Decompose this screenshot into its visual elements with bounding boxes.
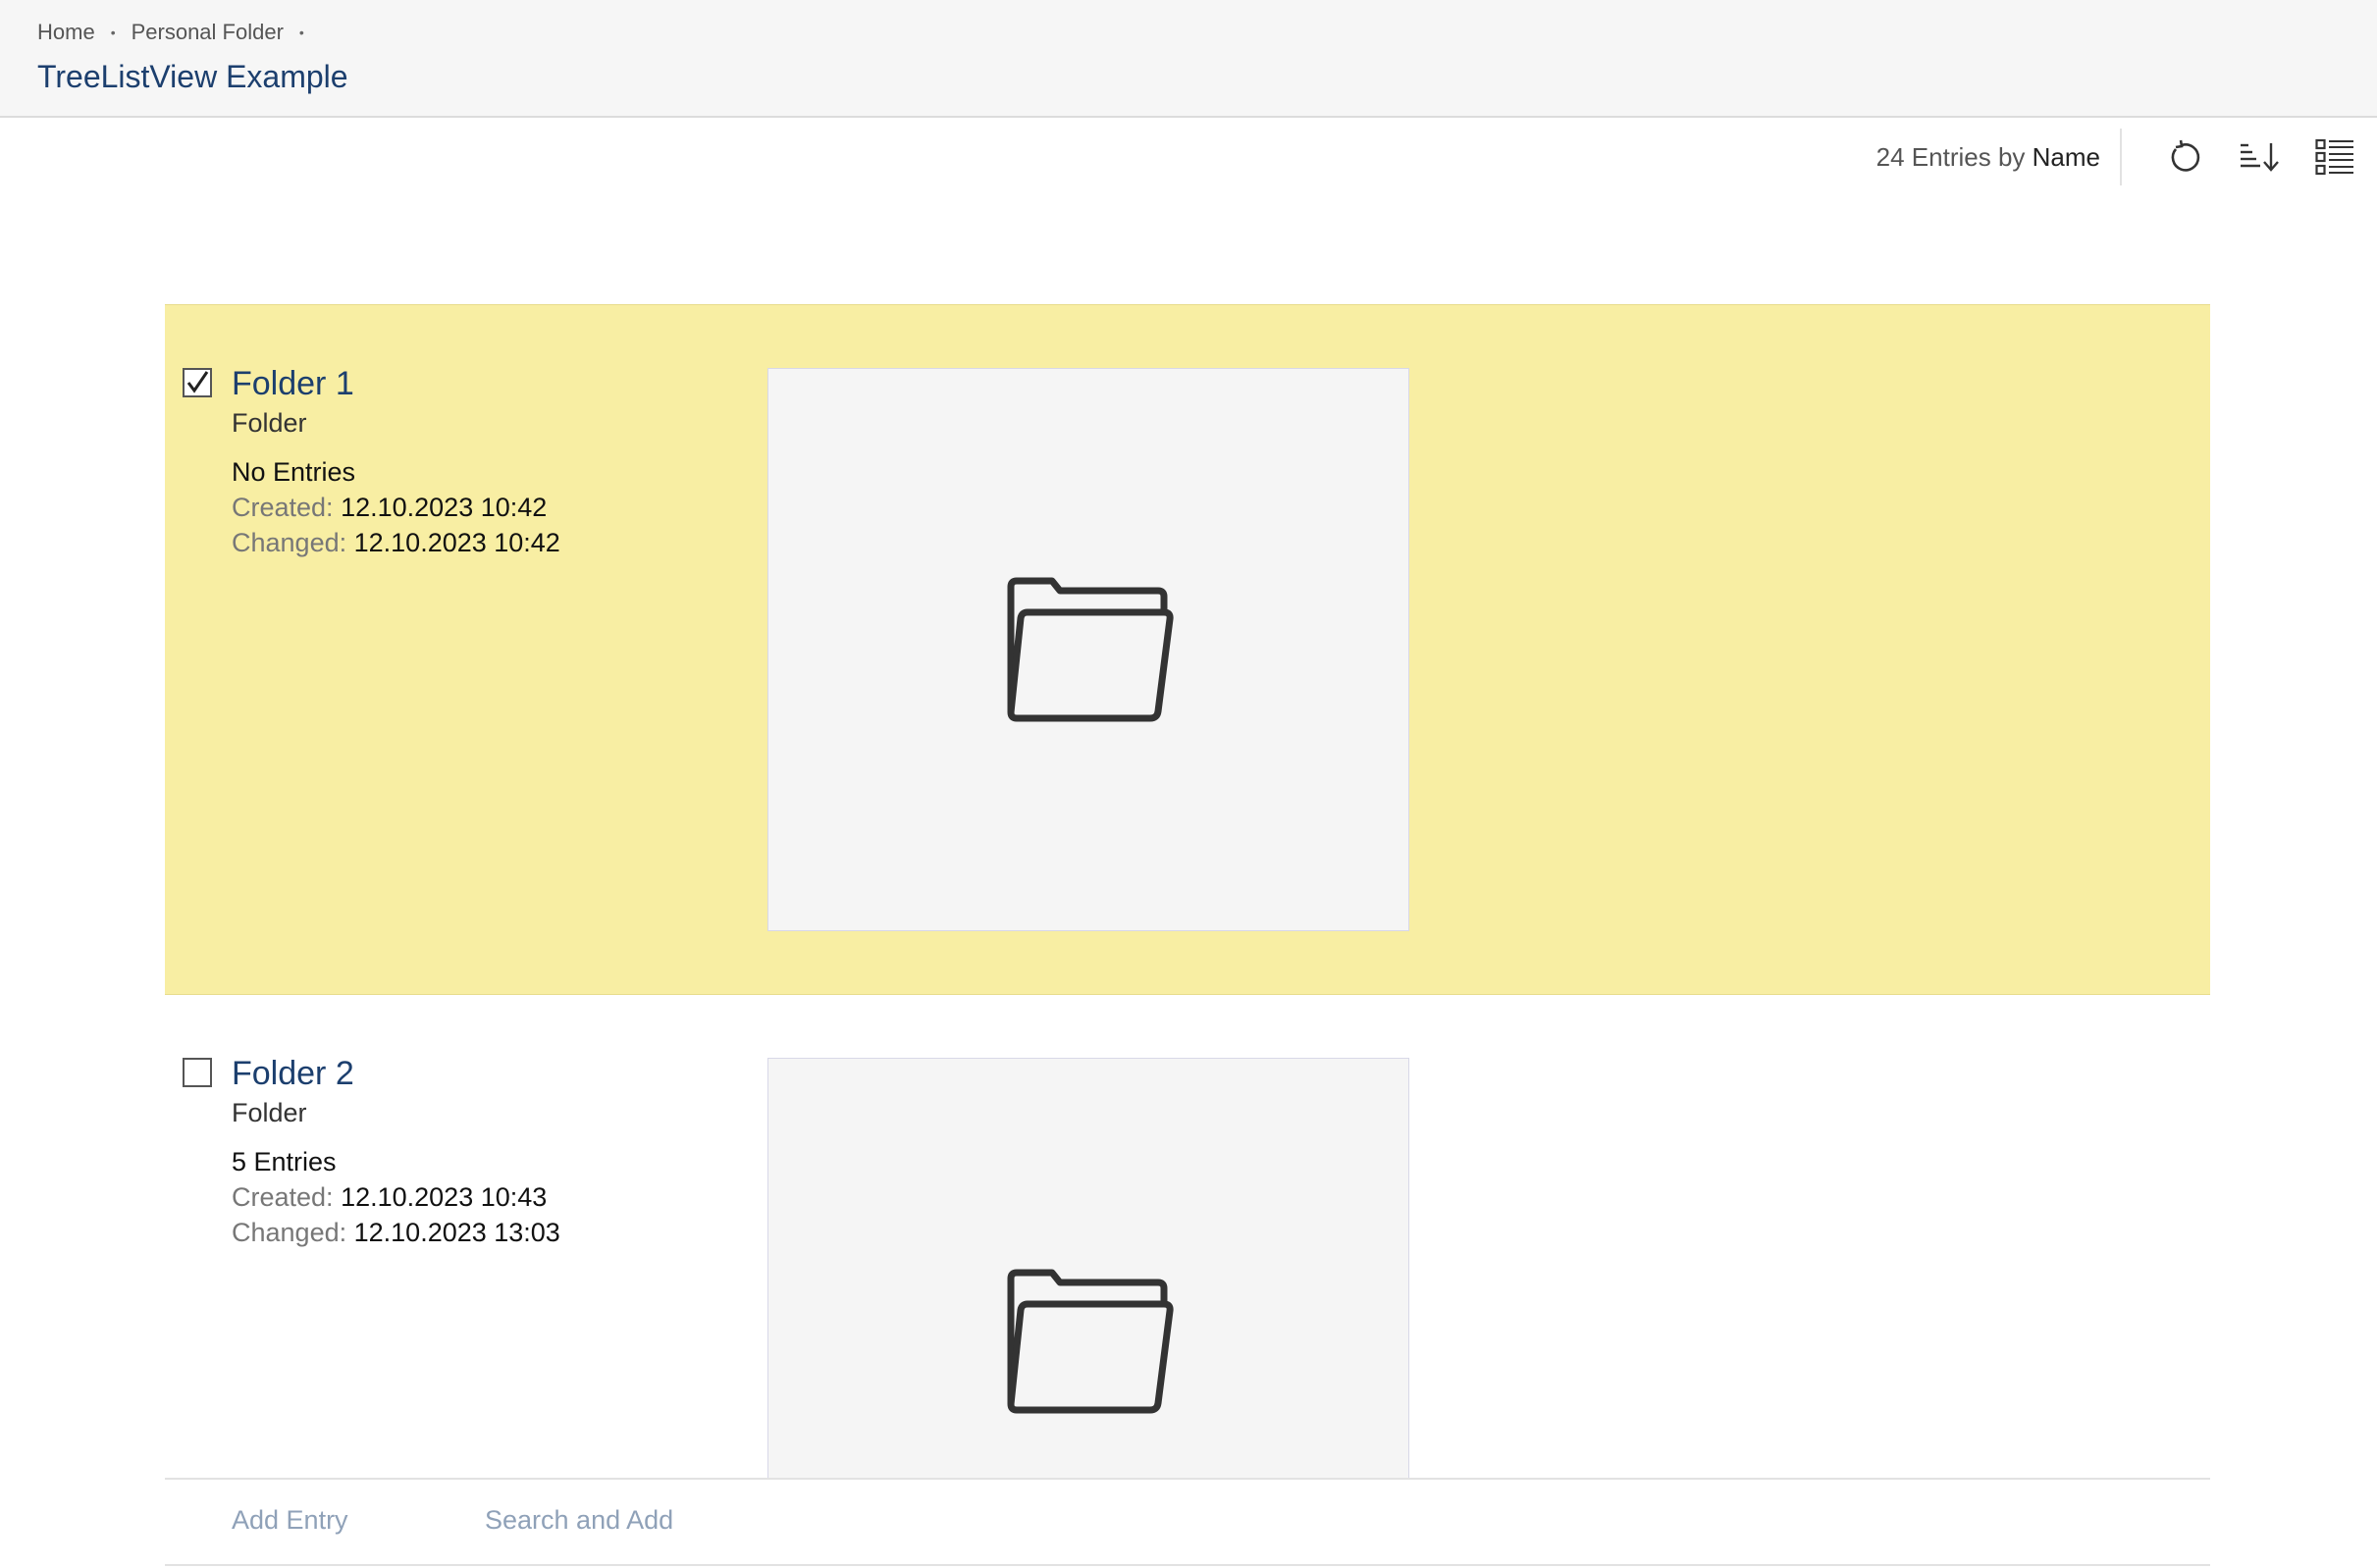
page-header: Home • Personal Folder • TreeListView Ex… bbox=[0, 0, 2377, 118]
changed-label: Changed: bbox=[232, 1218, 347, 1247]
select-checkbox[interactable] bbox=[183, 368, 212, 397]
entry-name[interactable]: Folder 1 bbox=[232, 364, 560, 403]
breadcrumb-personal-folder[interactable]: Personal Folder bbox=[132, 20, 284, 45]
entry-type: Folder bbox=[232, 1098, 307, 1127]
list-footer: Add Entry Search and Add bbox=[165, 1478, 2210, 1566]
toolbar: 24 Entries by Name bbox=[1876, 129, 2363, 185]
checkmark-icon bbox=[186, 371, 209, 393]
entry-name[interactable]: Folder 2 bbox=[232, 1054, 560, 1093]
entry-count: No Entries bbox=[232, 457, 356, 487]
list-view-icon bbox=[2315, 138, 2353, 176]
breadcrumb-separator: • bbox=[110, 25, 116, 40]
entry-info: Folder 1 Folder No Entries Created: 12.1… bbox=[232, 364, 560, 560]
breadcrumb-separator: • bbox=[298, 25, 304, 40]
folder-open-icon bbox=[1007, 1269, 1174, 1414]
list-item[interactable]: Folder 1 Folder No Entries Created: 12.1… bbox=[165, 304, 2210, 995]
created-value: 12.10.2023 10:43 bbox=[341, 1182, 548, 1212]
refresh-button[interactable] bbox=[2157, 130, 2214, 184]
entries-count-text: 24 Entries by bbox=[1875, 141, 2026, 172]
created-label: Created: bbox=[232, 1182, 334, 1212]
sort-descending-icon bbox=[2241, 143, 2279, 172]
created-value: 12.10.2023 10:42 bbox=[341, 493, 548, 522]
view-mode-button[interactable] bbox=[2306, 130, 2363, 184]
entry-list: Folder 1 Folder No Entries Created: 12.1… bbox=[165, 304, 2210, 1482]
toolbar-divider bbox=[2120, 129, 2122, 185]
changed-value: 12.10.2023 13:03 bbox=[353, 1218, 560, 1247]
add-entry-button[interactable]: Add Entry bbox=[232, 1505, 348, 1536]
entry-count: 5 Entries bbox=[232, 1147, 337, 1176]
select-checkbox[interactable] bbox=[183, 1058, 212, 1087]
entry-thumbnail[interactable] bbox=[767, 1058, 1409, 1482]
folder-open-icon bbox=[1007, 577, 1174, 722]
breadcrumb: Home • Personal Folder • bbox=[37, 18, 320, 47]
breadcrumb-home[interactable]: Home bbox=[37, 20, 95, 45]
created-label: Created: bbox=[232, 493, 334, 522]
changed-value: 12.10.2023 10:42 bbox=[353, 528, 560, 557]
list-item[interactable]: Folder 2 Folder 5 Entries Created: 12.10… bbox=[165, 995, 2210, 1482]
sort-field[interactable]: Name bbox=[2033, 142, 2100, 172]
entries-summary: 24 Entries by Name bbox=[1876, 142, 2100, 173]
sort-button[interactable] bbox=[2232, 130, 2289, 184]
entry-type: Folder bbox=[232, 408, 307, 438]
entry-created: Created: 12.10.2023 10:43 bbox=[232, 1179, 560, 1215]
entry-created: Created: 12.10.2023 10:42 bbox=[232, 490, 560, 525]
entry-changed: Changed: 12.10.2023 13:03 bbox=[232, 1215, 560, 1250]
refresh-icon bbox=[2171, 139, 2200, 172]
search-and-add-button[interactable]: Search and Add bbox=[485, 1505, 673, 1536]
entry-thumbnail[interactable] bbox=[767, 368, 1409, 931]
entry-changed: Changed: 12.10.2023 10:42 bbox=[232, 525, 560, 560]
entry-info: Folder 2 Folder 5 Entries Created: 12.10… bbox=[232, 1054, 560, 1250]
page-title: TreeListView Example bbox=[37, 59, 348, 94]
changed-label: Changed: bbox=[232, 528, 347, 557]
